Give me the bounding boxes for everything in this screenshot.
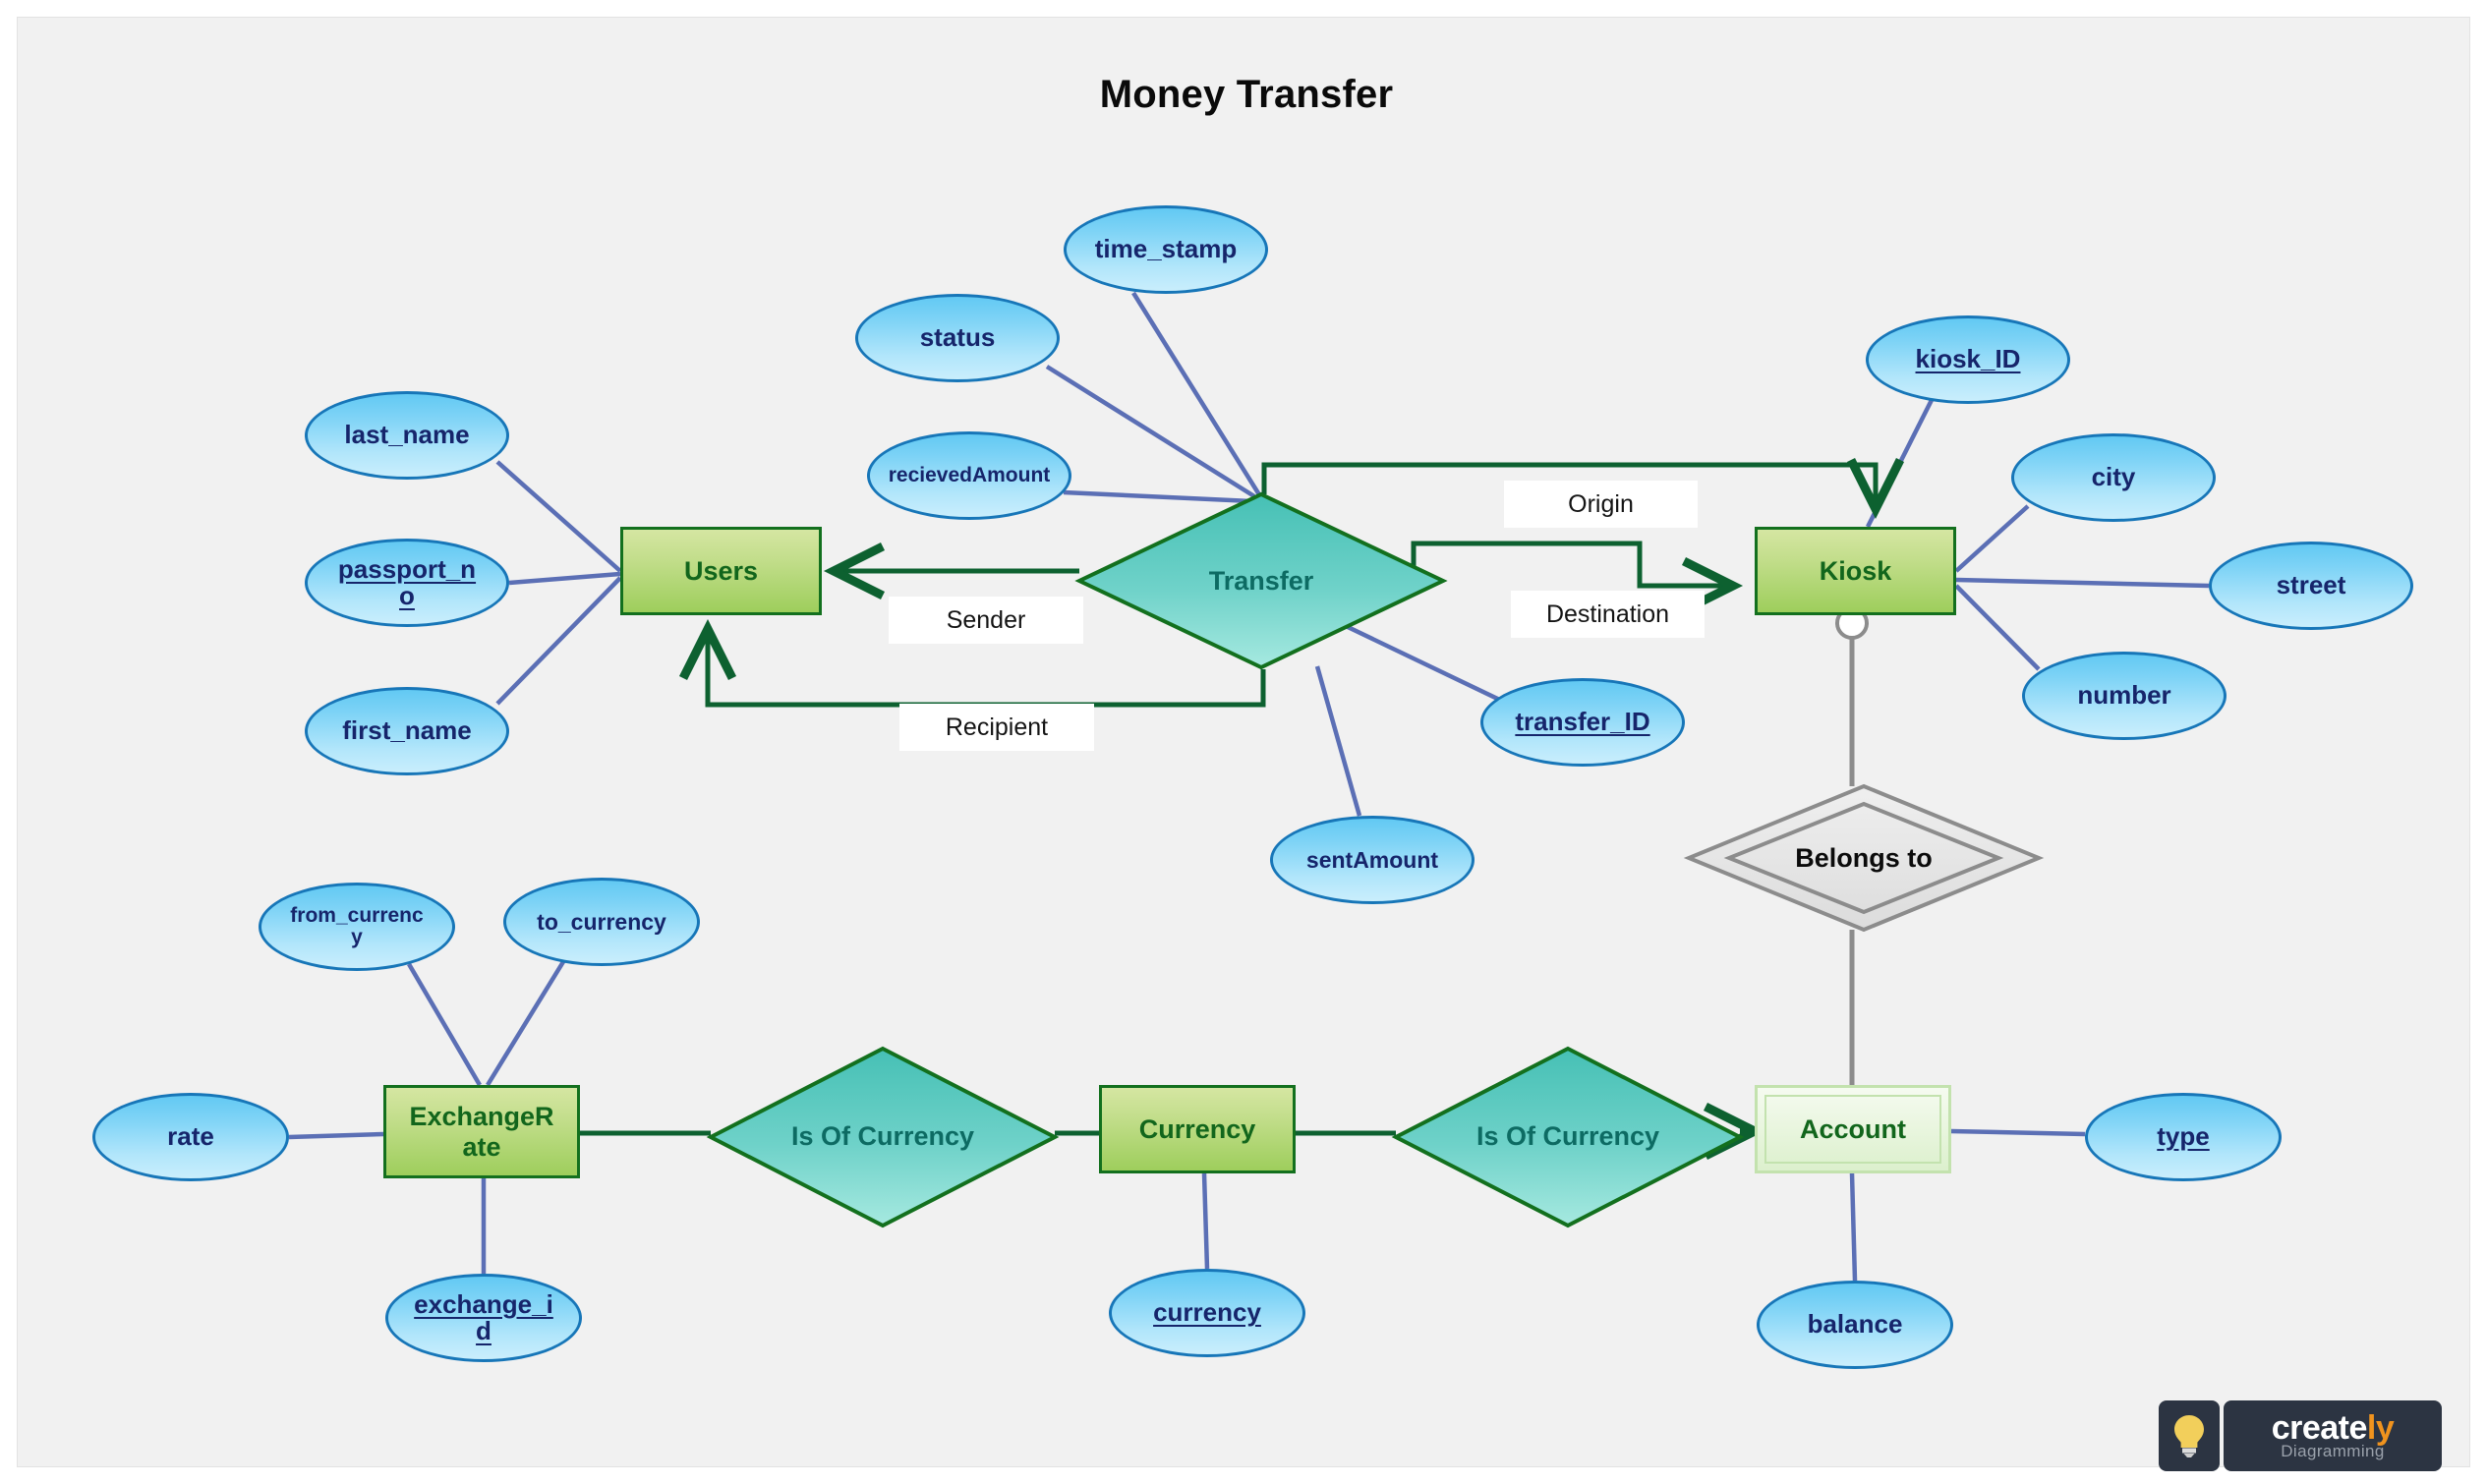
attribute-label: street xyxy=(2276,570,2346,600)
attribute-recieved-amount[interactable]: recievedAmount xyxy=(867,431,1071,520)
entity-label: Account xyxy=(1800,1113,1906,1144)
attribute-label: kiosk_ID xyxy=(1915,344,2021,374)
edge-label-destination: Destination xyxy=(1511,591,1705,638)
attribute-label: number xyxy=(2077,680,2171,711)
attribute-rate[interactable]: rate xyxy=(92,1093,289,1181)
attribute-label: last_name xyxy=(344,420,470,450)
diagram-canvas: Money Transfer Users Kiosk ExchangeR ate… xyxy=(17,17,2470,1471)
entity-label-line1: ExchangeR xyxy=(409,1102,554,1132)
attribute-label: rate xyxy=(167,1121,214,1152)
attribute-to-currency[interactable]: to_currency xyxy=(503,878,700,966)
attribute-first-name[interactable]: first_name xyxy=(305,687,509,775)
entity-label: Kiosk xyxy=(1819,555,1892,586)
attribute-label: balance xyxy=(1807,1309,1903,1340)
entity-kiosk[interactable]: Kiosk xyxy=(1755,527,1956,615)
brand-name-part2: ly xyxy=(2366,1409,2395,1447)
attribute-number[interactable]: number xyxy=(2022,652,2227,740)
edge-label-text: Origin xyxy=(1568,489,1634,518)
attribute-type[interactable]: type xyxy=(2085,1093,2282,1181)
attribute-city[interactable]: city xyxy=(2011,433,2216,522)
entity-account[interactable]: Account xyxy=(1755,1085,1951,1173)
attribute-label-line2: o xyxy=(399,581,415,610)
attribute-label: recievedAmount xyxy=(888,463,1051,486)
brand-name-part1: create xyxy=(2271,1409,2368,1447)
attribute-label-line1: from_currenc xyxy=(290,903,424,927)
attribute-currency[interactable]: currency xyxy=(1109,1269,1305,1357)
relationship-shape-isofcurrency-2 xyxy=(1391,1046,1745,1228)
creately-watermark[interactable]: creately Diagramming xyxy=(2159,1400,2442,1471)
attribute-sent-amount[interactable]: sentAmount xyxy=(1270,816,1475,904)
edge-label-text: Destination xyxy=(1545,599,1670,628)
entity-label-line2: ate xyxy=(462,1131,501,1162)
attribute-exchange-id[interactable]: exchange_i d xyxy=(385,1274,582,1362)
attribute-time-stamp[interactable]: time_stamp xyxy=(1064,205,1268,294)
relationship-shape-transfer xyxy=(1074,491,1448,670)
edge-label-origin: Origin xyxy=(1504,481,1698,528)
attribute-label-line1: exchange_i xyxy=(414,1288,553,1319)
attribute-label-line2: y xyxy=(351,926,363,948)
attribute-label: type xyxy=(2157,1121,2210,1152)
page-title: Money Transfer xyxy=(1099,72,1394,116)
edge-label-recipient: Recipient xyxy=(899,704,1094,751)
relationship-shape-belongsto-outer xyxy=(1683,783,2045,933)
attribute-label: to_currency xyxy=(537,908,666,935)
attribute-label: currency xyxy=(1153,1297,1261,1328)
attribute-label: time_stamp xyxy=(1094,234,1238,264)
attribute-status[interactable]: status xyxy=(855,294,1060,382)
entity-exchangerate[interactable]: ExchangeR ate xyxy=(383,1085,580,1178)
attribute-kiosk-id[interactable]: kiosk_ID xyxy=(1866,315,2070,404)
weak-entity-inner-border: Account xyxy=(1764,1095,1941,1164)
attribute-balance[interactable]: balance xyxy=(1757,1281,1953,1369)
attribute-label-line1: passport_n xyxy=(337,553,477,584)
attribute-last-name[interactable]: last_name xyxy=(305,391,509,480)
creately-wordmark: creately Diagramming xyxy=(2224,1400,2442,1471)
brand-tagline: Diagramming xyxy=(2281,1442,2385,1461)
entity-label: Users xyxy=(683,555,759,586)
lightbulb-icon xyxy=(2159,1400,2220,1471)
attribute-label: first_name xyxy=(342,715,472,746)
attribute-label: city xyxy=(2091,462,2136,492)
edge-label-text: Recipient xyxy=(945,713,1049,741)
relationship-shape-isofcurrency-1 xyxy=(706,1046,1060,1228)
edge-label-sender: Sender xyxy=(889,597,1083,644)
entity-label: Currency xyxy=(1138,1113,1256,1144)
brand-name: creately xyxy=(2271,1409,2395,1447)
entity-users[interactable]: Users xyxy=(620,527,822,615)
attribute-label: sentAmount xyxy=(1305,846,1439,873)
attribute-street[interactable]: street xyxy=(2209,542,2413,630)
edge-label-text: Sender xyxy=(946,605,1026,634)
attribute-label: status xyxy=(919,322,996,353)
attribute-transfer-id[interactable]: transfer_ID xyxy=(1480,678,1685,767)
attribute-from-currency[interactable]: from_currenc y xyxy=(259,883,455,971)
entity-currency[interactable]: Currency xyxy=(1099,1085,1296,1173)
attribute-label: transfer_ID xyxy=(1515,707,1650,737)
attribute-passport-no[interactable]: passport_n o xyxy=(305,539,509,627)
attribute-label-line2: d xyxy=(476,1316,492,1345)
